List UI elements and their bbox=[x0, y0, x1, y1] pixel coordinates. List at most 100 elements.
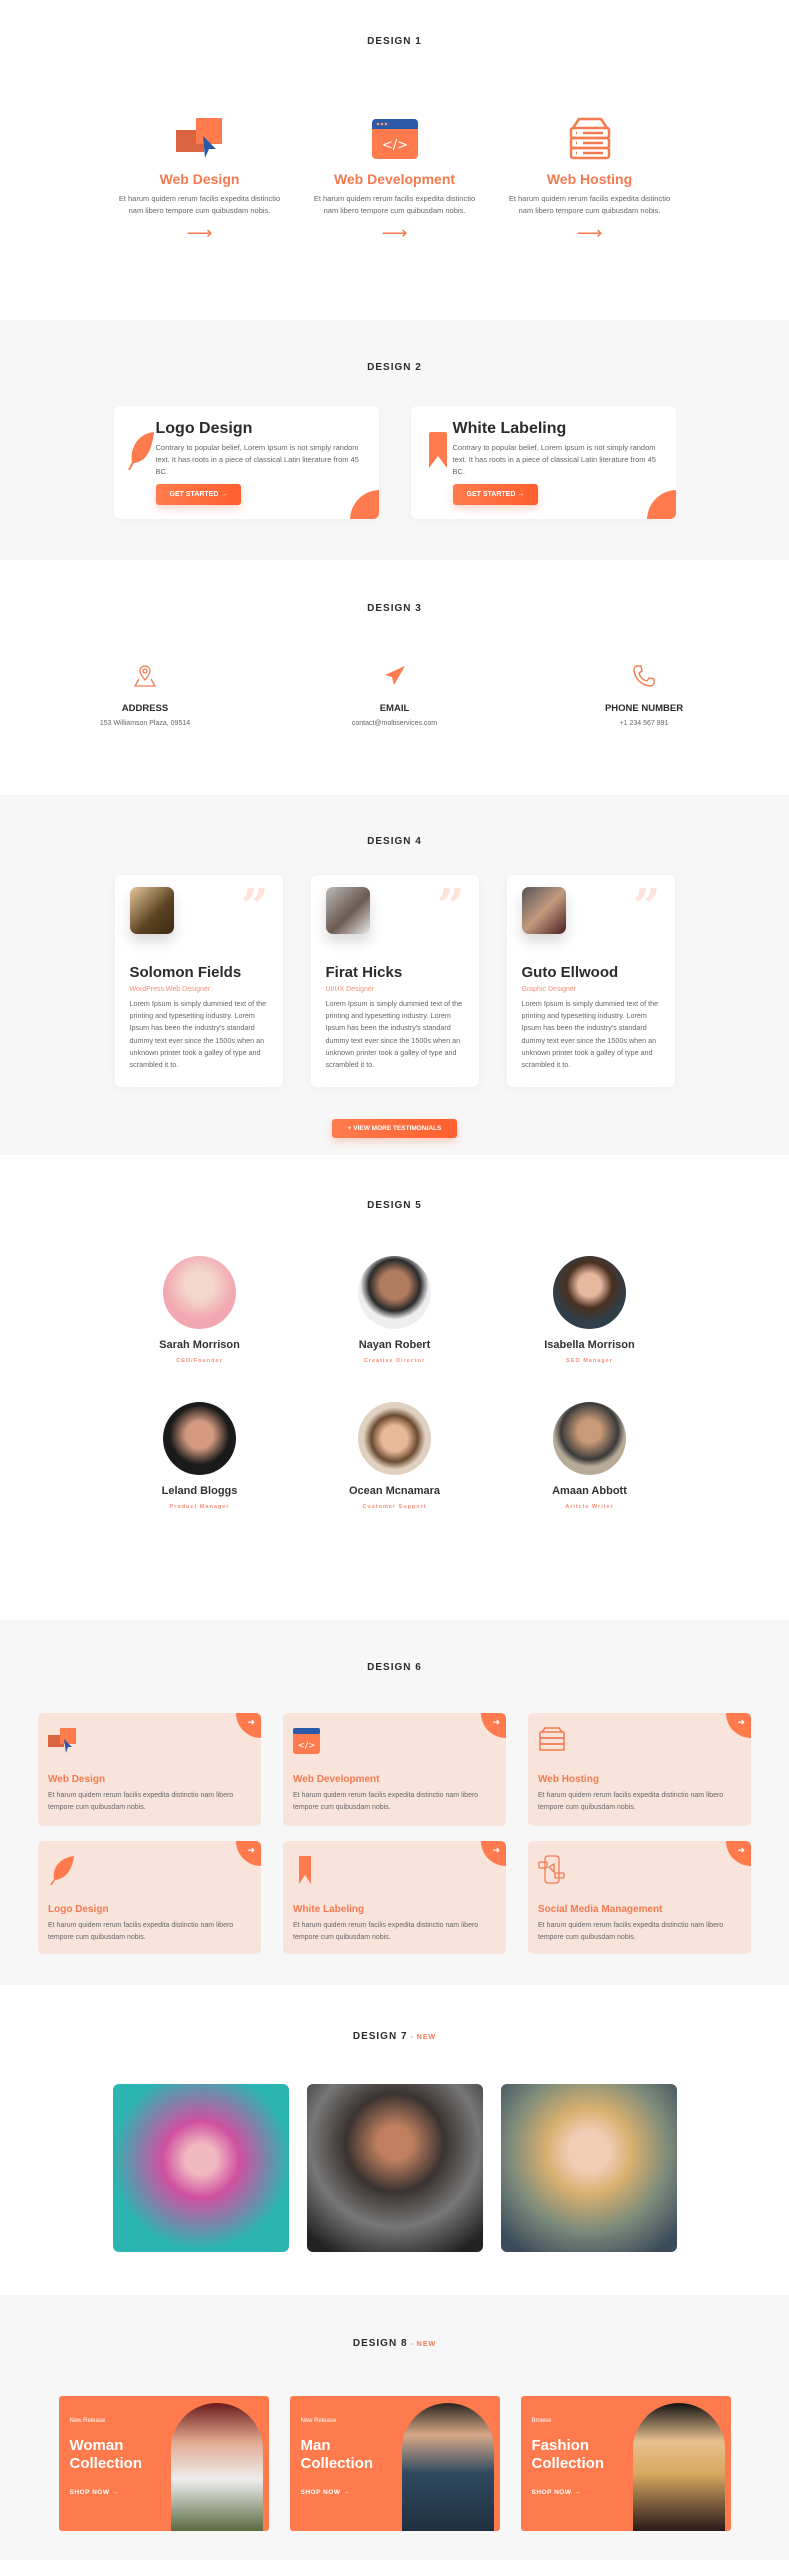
member-name: Leland Bloggs bbox=[161, 1485, 238, 1497]
quote-icon: ” bbox=[436, 879, 465, 935]
team-member: Isabella Morrison SEO Manager bbox=[492, 1256, 687, 1364]
server-icon bbox=[492, 117, 687, 161]
section-title: DESIGN 8- NEW bbox=[0, 2338, 789, 2349]
card-title: Web Development bbox=[293, 1774, 380, 1785]
section-title-text: DESIGN 7 bbox=[352, 2031, 408, 2042]
testimonial-text: Lorem Ipsum is simply dummied text of th… bbox=[521, 999, 659, 1070]
card-text: Et harum quidem rerum facilis expedita d… bbox=[48, 1792, 234, 1811]
team-member: Sarah Morrison CEO/Founder bbox=[102, 1256, 297, 1364]
service-web-hosting[interactable]: Web Hosting Et harum quidem rerum facili… bbox=[492, 117, 687, 244]
contact-value: 153 Williamson Plaza, 09514 bbox=[99, 720, 191, 727]
service-web-development[interactable]: </> Web Development Et harum quidem reru… bbox=[297, 117, 492, 244]
card-title: Web Hosting bbox=[538, 1774, 599, 1785]
member-name: Amaan Abbott bbox=[552, 1485, 627, 1497]
service-card: ➜ Web Design Et harum quidem rerum facil… bbox=[38, 1713, 261, 1826]
gallery-photo[interactable] bbox=[500, 2084, 677, 2252]
contact-value[interactable]: +1 234 567 891 bbox=[549, 720, 739, 727]
phone-icon bbox=[633, 665, 655, 687]
section-title: DESIGN 6 bbox=[367, 1662, 422, 1673]
new-badge: - NEW bbox=[410, 2034, 437, 2041]
service-card: ➜ Social Media Management Et harum quide… bbox=[528, 1841, 751, 1954]
team-member: Nayan Robert Creative Director bbox=[297, 1256, 492, 1364]
avatar bbox=[358, 1256, 431, 1329]
avatar bbox=[325, 887, 370, 934]
card-text: Contrary to popular belief, Lorem Ipsum … bbox=[452, 443, 656, 476]
avatar bbox=[163, 1256, 236, 1329]
contact-phone: PHONE NUMBER +1 234 567 891 bbox=[549, 664, 739, 727]
service-text: Et harum quidem rerum facilis expedita d… bbox=[118, 194, 281, 215]
design-8-section: DESIGN 8- NEW New Release Woman Collectio… bbox=[0, 2295, 789, 2560]
member-name: Sarah Morrison bbox=[159, 1339, 240, 1351]
card-title: Logo Design bbox=[155, 420, 253, 437]
arrow-right-icon[interactable]: ⟶ bbox=[297, 223, 492, 244]
design-7-section: DESIGN 7- NEW bbox=[0, 1985, 789, 2295]
feather-icon bbox=[48, 1855, 251, 1890]
testimonial-name: Solomon Fields bbox=[129, 964, 242, 981]
service-web-design[interactable]: Web Design Et harum quidem rerum facilis… bbox=[102, 117, 297, 244]
testimonial-card: ” Guto Ellwood Graphic Designer Lorem Ip… bbox=[506, 875, 675, 1087]
quote-icon: ” bbox=[240, 879, 269, 935]
gallery-photo[interactable] bbox=[306, 2084, 483, 2252]
testimonial-name: Guto Ellwood bbox=[521, 964, 619, 981]
card-title: Fashion Collection bbox=[531, 2437, 605, 2472]
service-title: Web Design bbox=[159, 171, 240, 187]
section-title: DESIGN 3 bbox=[367, 603, 422, 614]
team-member: Leland Bloggs Product Manager bbox=[102, 1402, 297, 1510]
web-design-icon bbox=[102, 117, 297, 161]
gallery-photo[interactable] bbox=[112, 2084, 289, 2252]
get-started-button[interactable]: GET STARTED → bbox=[452, 484, 539, 505]
section-title: DESIGN 1 bbox=[367, 36, 422, 47]
testimonial-card: ” Solomon Fields WordPress Web Designer … bbox=[114, 875, 283, 1087]
contact-email: EMAIL contact@moltiservices.com bbox=[300, 664, 490, 727]
avatar bbox=[163, 1402, 236, 1475]
testimonial-role: UI/UX Designer bbox=[325, 986, 375, 993]
testimonial-role: WordPress Web Designer bbox=[129, 986, 211, 993]
contact-value[interactable]: contact@moltiservices.com bbox=[300, 720, 490, 727]
card-text: Et harum quidem rerum facilis expedita d… bbox=[293, 1792, 479, 1811]
collection-card[interactable]: Browse Fashion Collection SHOP NOW → bbox=[520, 2396, 731, 2531]
contact-label: ADDRESS bbox=[121, 703, 169, 714]
card-title: White Labeling bbox=[293, 1904, 365, 1915]
design-6-section: DESIGN 6 ➜ Web Design Et harum quidem re… bbox=[0, 1620, 789, 1985]
avatar bbox=[358, 1402, 431, 1475]
get-started-button[interactable]: GET STARTED → bbox=[155, 484, 242, 505]
member-role: Customer Support bbox=[362, 1504, 427, 1510]
svg-text:</>: </> bbox=[297, 1741, 315, 1751]
member-role: SEO Manager bbox=[566, 1358, 613, 1364]
member-role: Creative Director bbox=[363, 1358, 426, 1364]
contact-label: EMAIL bbox=[379, 703, 410, 714]
design-3-section: DESIGN 3 ADDRESS 153 Williamson Plaza, 0… bbox=[0, 560, 789, 795]
collection-card[interactable]: New Release Man Collection SHOP NOW → bbox=[289, 2396, 500, 2531]
service-card: ➜ Web Hosting Et harum quidem rerum faci… bbox=[528, 1713, 751, 1826]
card-title: Woman Collection bbox=[69, 2437, 143, 2472]
section-title: DESIGN 2 bbox=[367, 362, 422, 373]
team-member: Amaan Abbott Aritcle Writer bbox=[492, 1402, 687, 1510]
member-name: Isabella Morrison bbox=[544, 1339, 635, 1351]
model-photo bbox=[170, 2403, 263, 2531]
testimonial-text: Lorem Ipsum is simply dummied text of th… bbox=[325, 999, 463, 1070]
arrow-right-icon[interactable]: ⟶ bbox=[102, 223, 297, 244]
bookmark-icon bbox=[423, 420, 453, 505]
contact-label: PHONE NUMBER bbox=[604, 703, 684, 714]
card-text: Contrary to popular belief, Lorem Ipsum … bbox=[155, 443, 359, 476]
team-member: Ocean Mcnamara Customer Support bbox=[297, 1402, 492, 1510]
card-text: Et harum quidem rerum facilis expedita d… bbox=[293, 1922, 479, 1941]
quote-icon: ” bbox=[632, 879, 661, 935]
avatar bbox=[129, 887, 174, 934]
collection-card[interactable]: New Release Woman Collection SHOP NOW → bbox=[58, 2396, 269, 2531]
service-card: ➜ </> Web Development Et harum quidem re… bbox=[283, 1713, 506, 1826]
member-name: Ocean Mcnamara bbox=[348, 1485, 441, 1497]
avatar bbox=[553, 1256, 626, 1329]
testimonial-role: Graphic Designer bbox=[521, 986, 576, 993]
card-title: White Labeling bbox=[452, 420, 567, 437]
new-badge: - NEW bbox=[410, 2341, 437, 2348]
arrow-right-icon[interactable]: ⟶ bbox=[492, 223, 687, 244]
design-5-section: DESIGN 5 Sarah Morrison CEO/Founder Nayan… bbox=[0, 1155, 789, 1620]
card-title: Man Collection bbox=[300, 2437, 374, 2472]
model-photo bbox=[401, 2403, 494, 2531]
design-1-section: DESIGN 1 Web Design Et harum quidem reru… bbox=[0, 0, 789, 320]
service-title: Web Development bbox=[333, 171, 456, 187]
view-more-testimonials-button[interactable]: + VIEW MORE TESTIMONIALS bbox=[331, 1119, 458, 1138]
member-role: Aritcle Writer bbox=[565, 1504, 614, 1510]
design-4-section: DESIGN 4 ” Solomon Fields WordPress Web … bbox=[0, 795, 789, 1155]
